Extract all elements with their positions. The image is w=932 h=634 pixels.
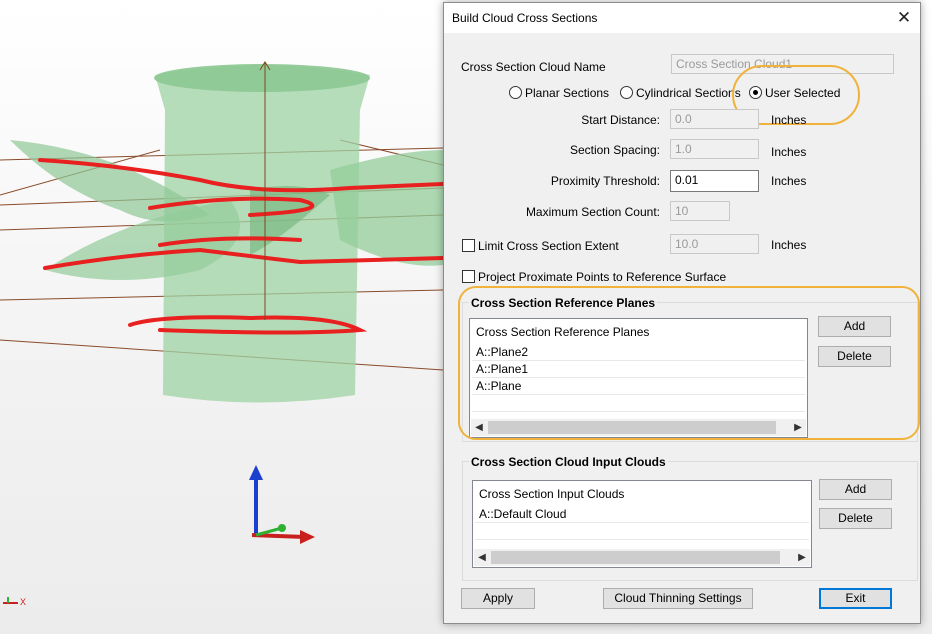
input-clouds-list[interactable]: Cross Section Input Clouds A::Default Cl… — [472, 480, 812, 568]
dialog-title: Build Cloud Cross Sections — [452, 11, 598, 25]
axis-x-label: X — [20, 597, 27, 607]
proximity-threshold-unit: Inches — [771, 174, 807, 188]
cloud-thinning-settings-button[interactable]: Cloud Thinning Settings — [603, 588, 753, 609]
list-item[interactable]: A::Default Cloud — [475, 506, 809, 523]
exit-button[interactable]: Exit — [819, 588, 892, 609]
list-item-empty — [475, 523, 809, 540]
title-bar[interactable]: Build Cloud Cross Sections ✕ — [444, 3, 920, 33]
scroll-thumb[interactable] — [491, 551, 780, 564]
limit-extent-label[interactable]: Limit Cross Section Extent — [478, 239, 619, 253]
planar-sections-radio[interactable] — [509, 86, 522, 99]
scroll-right-icon[interactable]: ▶ — [794, 549, 810, 566]
input-clouds-scrollbar[interactable]: ◀ ▶ — [474, 549, 810, 566]
limit-extent-checkbox[interactable] — [462, 239, 475, 252]
limit-extent-unit: Inches — [771, 238, 807, 252]
cylindrical-sections-label[interactable]: Cylindrical Sections — [636, 86, 741, 100]
close-icon[interactable]: ✕ — [888, 3, 920, 33]
max-section-count-label: Maximum Section Count: — [525, 205, 660, 219]
section-spacing-label: Section Spacing: — [569, 143, 660, 157]
cloud-name-label: Cross Section Cloud Name — [461, 60, 606, 74]
input-clouds-list-header: Cross Section Input Clouds — [479, 487, 625, 501]
cylindrical-sections-radio[interactable] — [620, 86, 633, 99]
project-points-label[interactable]: Project Proximate Points to Reference Su… — [478, 270, 726, 284]
planar-sections-label[interactable]: Planar Sections — [525, 86, 609, 100]
input-clouds-group-title: Cross Section Cloud Input Clouds — [469, 455, 668, 469]
section-spacing-unit: Inches — [771, 145, 807, 159]
ref-planes-highlight — [458, 286, 920, 440]
apply-button[interactable]: Apply — [461, 588, 535, 609]
start-distance-field[interactable]: 0.0 — [670, 109, 759, 129]
proximity-threshold-field[interactable]: 0.01 — [670, 170, 759, 192]
max-section-count-field[interactable]: 10 — [670, 201, 730, 221]
input-clouds-add-button[interactable]: Add — [819, 479, 892, 500]
limit-extent-field[interactable]: 10.0 — [670, 234, 759, 254]
scroll-left-icon[interactable]: ◀ — [474, 549, 490, 566]
proximity-threshold-label: Proximity Threshold: — [550, 174, 660, 188]
start-distance-label: Start Distance: — [581, 113, 660, 127]
section-spacing-field[interactable]: 1.0 — [670, 139, 759, 159]
build-cloud-cross-sections-dialog: Build Cloud Cross Sections ✕ Cross Secti… — [443, 2, 921, 624]
project-points-checkbox[interactable] — [462, 270, 475, 283]
input-clouds-delete-button[interactable]: Delete — [819, 508, 892, 529]
start-distance-unit: Inches — [771, 113, 807, 127]
